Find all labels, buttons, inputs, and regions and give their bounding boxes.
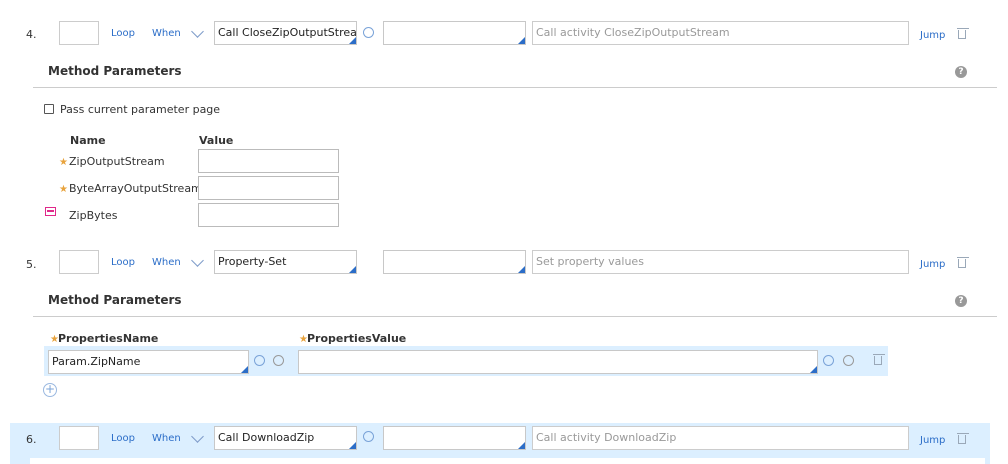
param-value-input[interactable] <box>198 203 339 227</box>
step-label-input[interactable] <box>59 426 99 450</box>
jump-link[interactable]: Jump <box>920 435 945 446</box>
step-label-input[interactable] <box>59 21 99 45</box>
method-input[interactable]: Call DownloadZip <box>214 426 357 450</box>
col-properties-name-header: PropertiesName <box>58 332 159 345</box>
property-value-input[interactable] <box>298 350 818 374</box>
description-input[interactable]: Call activity DownloadZip <box>532 426 909 450</box>
property-name-input[interactable]: Param.ZipName <box>48 350 249 374</box>
autocomplete-corner-icon <box>518 442 525 449</box>
delete-step-trash-icon[interactable] <box>957 433 969 444</box>
loop-link[interactable]: Loop <box>111 433 135 444</box>
section-divider <box>33 87 997 88</box>
param-name: ByteArrayOutputStream <box>69 182 202 195</box>
step-page-input[interactable] <box>383 426 526 450</box>
pass-param-page-label: Pass current parameter page <box>60 103 221 116</box>
step-body-panel <box>30 458 985 464</box>
description-input[interactable]: Set property values <box>532 250 909 274</box>
method-parameters-title: Method Parameters <box>48 293 182 307</box>
when-expand-chevron-icon[interactable] <box>191 254 204 267</box>
delete-row-trash-icon[interactable] <box>873 354 885 365</box>
value-settings-gear-icon[interactable] <box>843 355 854 366</box>
method-value: Call DownloadZip <box>218 431 315 444</box>
delete-step-trash-icon[interactable] <box>957 257 969 268</box>
method-parameters-title: Method Parameters <box>48 64 182 78</box>
section-divider <box>33 316 997 317</box>
pass-param-page-checkbox[interactable] <box>44 104 54 114</box>
method-value: Call CloseZipOutputStream <box>218 26 357 39</box>
loop-link[interactable]: Loop <box>111 257 135 268</box>
autocomplete-corner-icon <box>810 366 817 373</box>
help-icon[interactable]: ? <box>955 295 967 307</box>
autocomplete-corner-icon <box>241 366 248 373</box>
help-icon[interactable]: ? <box>955 66 967 78</box>
step-number: 6. <box>26 433 37 446</box>
method-value: Property-Set <box>218 255 287 268</box>
open-rule-target-icon[interactable] <box>363 27 374 38</box>
autocomplete-corner-icon <box>349 266 356 273</box>
output-param-icon <box>45 207 56 216</box>
step-page-input[interactable] <box>383 21 526 45</box>
param-name: ZipOutputStream <box>69 155 165 168</box>
when-link[interactable]: When <box>152 257 181 268</box>
when-link[interactable]: When <box>152 28 181 39</box>
loop-link[interactable]: Loop <box>111 28 135 39</box>
param-value-input[interactable] <box>198 176 339 200</box>
param-value-input[interactable] <box>198 149 339 173</box>
step-number: 4. <box>26 28 37 41</box>
param-name: ZipBytes <box>69 209 118 222</box>
method-input[interactable]: Call CloseZipOutputStream <box>214 21 357 45</box>
col-properties-value-header: PropertiesValue <box>307 332 407 345</box>
property-name-value: Param.ZipName <box>52 355 141 368</box>
required-star-icon: ★ <box>59 184 68 195</box>
autocomplete-corner-icon <box>518 266 525 273</box>
property-settings-gear-icon[interactable] <box>273 355 284 366</box>
when-link[interactable]: When <box>152 433 181 444</box>
autocomplete-corner-icon <box>349 37 356 44</box>
autocomplete-corner-icon <box>518 37 525 44</box>
col-value-header: Value <box>199 134 234 147</box>
delete-step-trash-icon[interactable] <box>957 28 969 39</box>
col-name-header: Name <box>70 134 106 147</box>
autocomplete-corner-icon <box>349 442 356 449</box>
add-row-plus-icon[interactable]: + <box>43 383 57 397</box>
open-property-target-icon[interactable] <box>254 355 265 366</box>
jump-link[interactable]: Jump <box>920 259 945 270</box>
required-star-icon: ★ <box>59 157 68 168</box>
when-expand-chevron-icon[interactable] <box>191 25 204 38</box>
description-input[interactable]: Call activity CloseZipOutputStream <box>532 21 909 45</box>
open-value-target-icon[interactable] <box>823 355 834 366</box>
method-input[interactable]: Property-Set <box>214 250 357 274</box>
step-label-input[interactable] <box>59 250 99 274</box>
step-number: 5. <box>26 258 37 271</box>
step-page-input[interactable] <box>383 250 526 274</box>
jump-link[interactable]: Jump <box>920 30 945 41</box>
open-rule-target-icon[interactable] <box>363 431 374 442</box>
